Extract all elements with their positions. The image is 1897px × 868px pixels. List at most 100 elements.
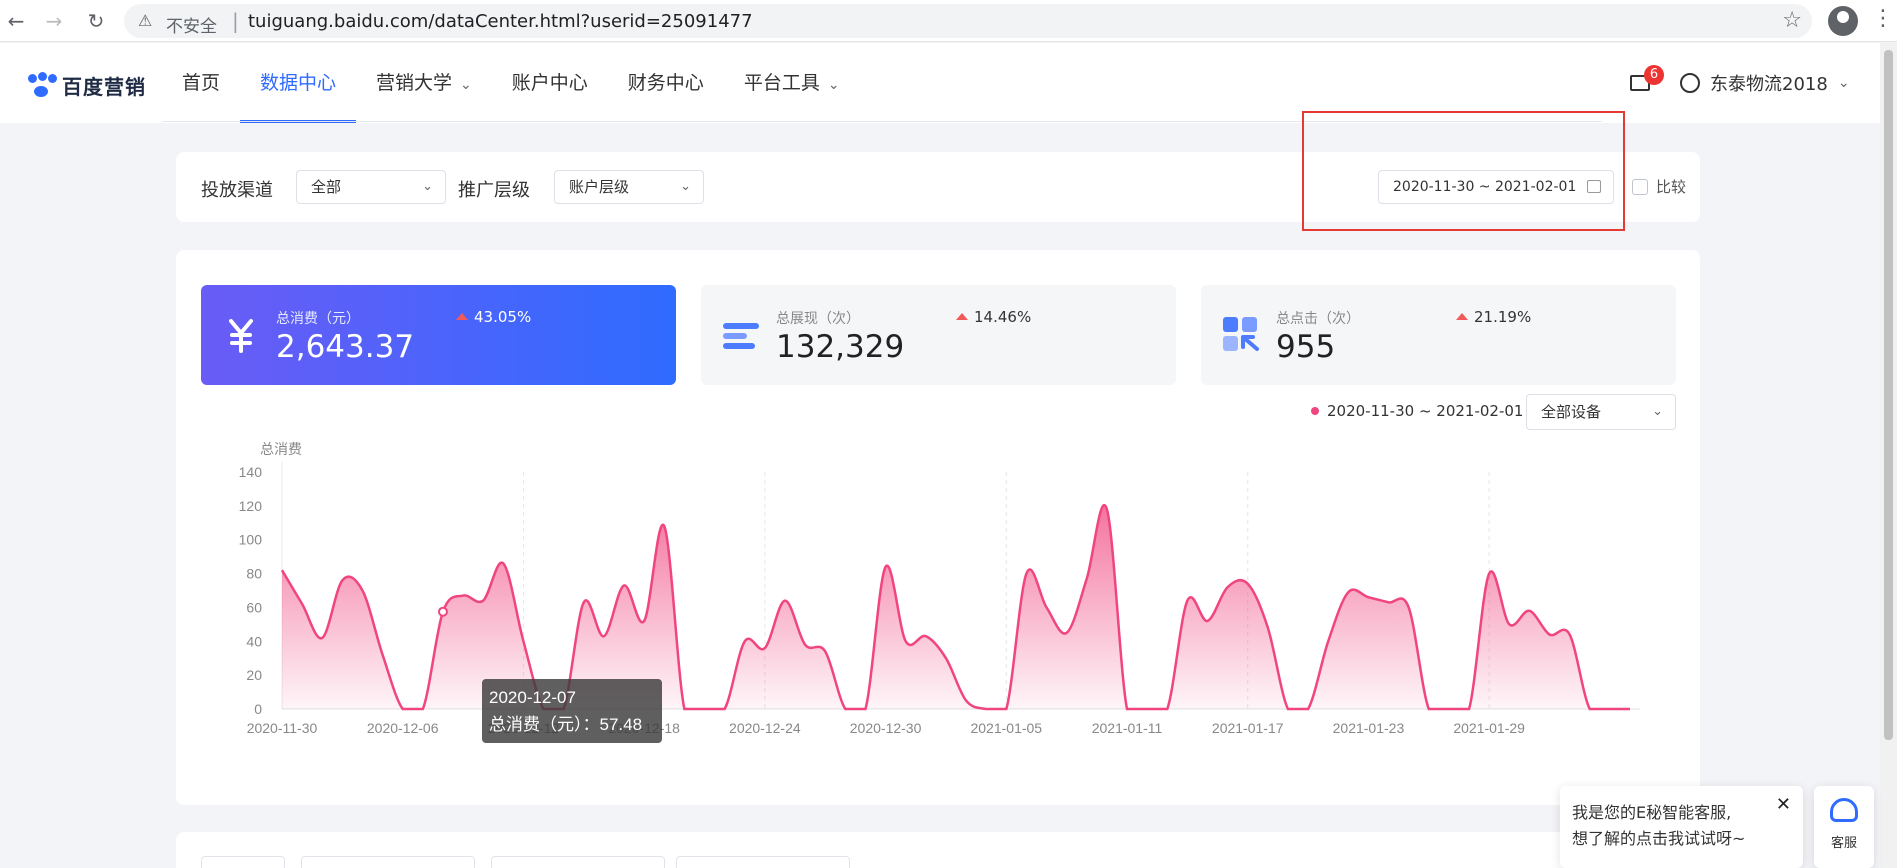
mail-badge: 6	[1644, 65, 1664, 85]
spend-chart[interactable]: 0 20 40 60 80 100 120 140 总消费 2020-11-30 2020-12-0…	[200, 430, 1660, 760]
nav-platform-tools-label: 平台工具	[743, 72, 820, 94]
nav-finance-center[interactable]: 财务中心	[608, 43, 724, 123]
browser-toolbar: ← → ↻ ⚠ 不安全 | tuiguang.baidu.com/dataCen…	[0, 0, 1897, 42]
compare-label: 比较	[1656, 178, 1687, 196]
nav-account-center[interactable]: 账户中心	[492, 43, 608, 123]
x-tick-label: 2020-11-30	[247, 720, 318, 736]
mail-button[interactable]: 6	[1628, 65, 1664, 93]
user-icon	[1680, 73, 1700, 93]
x-tick-label: 2020-12-06	[367, 720, 439, 736]
channel-label: 投放渠道	[201, 180, 273, 201]
reload-icon[interactable]: ↻	[82, 7, 110, 35]
close-icon[interactable]: ✕	[1776, 792, 1791, 818]
x-tick-label: 2020-12-30	[850, 720, 922, 736]
level-select-value: 账户层级	[569, 178, 630, 196]
address-bar[interactable]: ⚠ 不安全 | tuiguang.baidu.com/dataCenter.ht…	[124, 4, 1812, 38]
chevron-down-icon: ⌄	[460, 77, 472, 93]
chart-legend: 2020-11-30 ~ 2021-02-01	[1311, 402, 1523, 420]
x-tick-label: 2020-12-24	[729, 720, 801, 736]
browser-menu-icon[interactable]: ⋮	[1872, 6, 1894, 31]
device-select[interactable]: 全部设备 ⌄	[1526, 394, 1676, 430]
detail-tab[interactable]	[676, 856, 850, 868]
nav-marketing-university[interactable]: 营销大学 ⌄	[356, 43, 492, 123]
compare-checkbox[interactable]	[1632, 178, 1648, 195]
y-tick-label: 40	[246, 633, 262, 649]
nav-data-center-label: 数据中心	[260, 72, 337, 94]
yen-icon	[229, 319, 253, 353]
legend-label: 2020-11-30 ~ 2021-02-01	[1327, 402, 1524, 420]
x-tick-label: 2021-01-23	[1333, 720, 1405, 736]
chat-bubble[interactable]: 我是您的E秘智能客服, 想了解的点击我试试呀~ ✕	[1560, 786, 1803, 868]
nav-data-center[interactable]: 数据中心	[240, 43, 357, 123]
up-arrow-icon	[1456, 313, 1468, 320]
forward-icon[interactable]: →	[40, 7, 68, 35]
nav-platform-tools[interactable]: 平台工具 ⌄	[724, 43, 860, 123]
scrollbar-thumb[interactable]	[1884, 50, 1893, 740]
kpi-total-cost[interactable]: 总消费（元） 2,643.37 43.05%	[201, 285, 676, 385]
chart-tooltip: 2020-12-07 总消费（元）：57.48	[482, 679, 662, 743]
kpi-delta: 43.05%	[456, 308, 531, 326]
bookmark-star-icon[interactable]: ☆	[1782, 8, 1802, 33]
channel-select-value: 全部	[311, 178, 342, 196]
y-tick-label: 20	[246, 667, 262, 683]
kpi-label: 总消费（元）	[276, 311, 360, 327]
level-label: 推广层级	[458, 180, 530, 201]
compare-toggle[interactable]: 比较	[1632, 176, 1686, 197]
baidu-paw-icon	[28, 72, 58, 98]
level-select[interactable]: 账户层级 ⌄	[554, 170, 704, 204]
insecure-label: 不安全	[166, 17, 217, 37]
x-tick-label: 2021-01-17	[1212, 720, 1284, 736]
chevron-down-icon: ⌄	[422, 179, 433, 194]
headset-icon	[1830, 798, 1858, 822]
device-select-value: 全部设备	[1541, 403, 1602, 421]
kpi-value: 955	[1276, 329, 1336, 365]
top-nav: 首页 数据中心 营销大学 ⌄ 账户中心 财务中心 平台工具 ⌄	[162, 43, 860, 123]
warning-icon: ⚠	[138, 11, 153, 30]
channel-select[interactable]: 全部 ⌄	[296, 170, 446, 204]
user-menu[interactable]: 东泰物流2018 ⌄	[1680, 71, 1850, 95]
bars-icon	[723, 323, 759, 349]
kpi-total-clicks[interactable]: 总点击（次） 955 21.19%	[1201, 285, 1676, 385]
detail-tab[interactable]	[301, 856, 475, 868]
kpi-value: 132,329	[776, 329, 905, 365]
kpi-total-impressions[interactable]: 总展现（次） 132,329 14.46%	[701, 285, 1176, 385]
nav-home[interactable]: 首页	[162, 43, 240, 123]
detail-tab[interactable]	[491, 856, 665, 868]
y-tick-label: 60	[246, 599, 262, 615]
nav-marketing-university-label: 营销大学	[376, 72, 453, 94]
kpi-value: 2,643.37	[276, 329, 415, 365]
url-separator: |	[232, 9, 239, 33]
y-tick-label: 100	[239, 532, 263, 548]
kpi-delta: 21.19%	[1456, 308, 1531, 326]
chat-line-2: 想了解的点击我试试呀~	[1572, 829, 1746, 848]
kpi-delta: 14.46%	[956, 308, 1031, 326]
y-tick-label: 80	[246, 566, 262, 582]
chevron-down-icon: ⌄	[827, 77, 840, 93]
up-arrow-icon	[456, 313, 468, 320]
kpi-label: 总展现（次）	[776, 311, 860, 327]
customer-service-label: 客服	[1830, 836, 1857, 851]
detail-tab[interactable]	[201, 856, 285, 868]
y-tick-label: 0	[254, 701, 262, 717]
up-arrow-icon	[956, 313, 968, 320]
grid-cursor-icon	[1223, 317, 1259, 351]
profile-avatar-icon[interactable]	[1828, 6, 1858, 36]
kpi-label: 总点击（次）	[1276, 311, 1360, 327]
nav-finance-center-label: 财务中心	[627, 72, 704, 94]
back-icon[interactable]: ←	[2, 7, 30, 35]
detail-tabs-card	[176, 832, 1700, 868]
logo-text: 百度营销	[62, 74, 146, 99]
x-tick-label: 2021-01-05	[970, 720, 1042, 736]
hover-point[interactable]	[437, 606, 448, 617]
x-tick-label: 2021-01-11	[1092, 720, 1163, 736]
x-tick-label: 2021-01-29	[1453, 720, 1525, 736]
chat-line-1: 我是您的E秘智能客服,	[1572, 803, 1732, 822]
tooltip-date: 2020-12-07	[489, 688, 576, 707]
customer-service-button[interactable]: 客服	[1814, 786, 1874, 868]
kpi-delta-value: 14.46%	[974, 308, 1032, 326]
y-tick-label: 140	[239, 464, 263, 480]
legend-dot	[1311, 407, 1319, 415]
logo[interactable]: 百度营销	[28, 71, 146, 99]
url-text[interactable]: tuiguang.baidu.com/dataCenter.html?useri…	[248, 11, 753, 32]
kpi-delta-value: 21.19%	[1474, 308, 1532, 326]
